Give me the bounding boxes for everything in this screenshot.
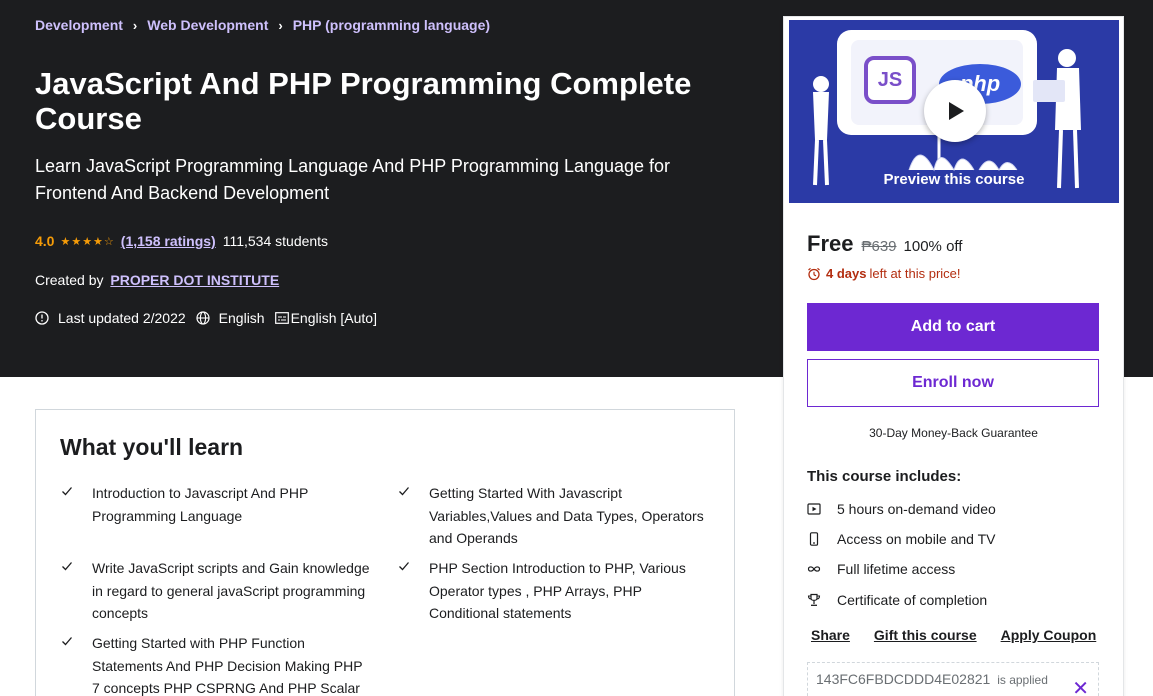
purchase-sidebar: JS php Preview this course Free ₱639 100… [783,16,1124,696]
include-item-label: Certificate of completion [837,592,988,608]
mobile-icon [809,532,819,546]
captions: English [Auto] [290,310,377,326]
last-updated: Last updated 2/2022 [58,310,186,326]
breadcrumb-item-php[interactable]: PHP (programming language) [293,17,490,33]
include-item-label: Access on mobile and TV [837,531,996,547]
learn-item-text: Introduction to Javascript And PHP Progr… [92,485,309,524]
course-meta: Last updated 2/2022 English English [Aut… [35,310,387,326]
include-item-label: 5 hours on-demand video [837,501,996,517]
check-icon [60,482,92,527]
coupon-line: 143FC6FBDCDDD4E02821 is applied [816,671,1048,687]
timer-text: left at this price! [869,266,961,281]
course-title: JavaScript And PHP Programming Complete … [35,66,692,136]
chevron-right-icon: › [132,17,138,33]
learn-item-text: Write JavaScript scripts and Gain knowle… [92,560,370,621]
what-you-learn-box: What you'll learn Introduction to Javasc… [35,409,735,696]
include-item-label: Full lifetime access [837,561,956,577]
share-link[interactable]: Share [811,627,850,643]
last-updated-item: Last updated 2/2022 [35,310,186,326]
learn-item-text: PHP Section Introduction to PHP, Various… [429,560,686,621]
apply-coupon-link[interactable]: Apply Coupon [1001,627,1097,643]
include-item-certificate: Certificate of completion [807,592,987,608]
infinity-icon [807,566,821,572]
learn-item: Getting Started With Javascript Variable… [397,482,709,550]
add-to-cart-button[interactable]: Add to cart [807,303,1099,351]
video-icon [807,503,821,515]
alarm-clock-icon [808,267,820,280]
clock-alert-icon [35,311,49,325]
what-you-learn-title: What you'll learn [60,434,244,460]
rating-row: 4.0 ★★★★☆ (1,158 ratings) 111,534 studen… [35,233,328,249]
remove-coupon-close-icon[interactable]: ✕ [1072,679,1089,696]
created-by: Created by PROPER DOT INSTITUTE [35,272,279,288]
learn-item-text: Getting Started With Javascript Variable… [429,485,704,546]
learn-item: Write JavaScript scripts and Gain knowle… [60,557,372,625]
globe-icon [196,311,210,325]
play-icon [949,102,964,120]
course-includes-title: This course includes: [807,468,962,485]
money-back-guarantee: 30-Day Money-Back Guarantee [869,426,1038,440]
sidebar-actions: Share Gift this course Apply Coupon [811,627,1096,643]
course-subtitle: Learn JavaScript Programming Language An… [35,156,671,203]
language: English [218,310,265,326]
gift-course-link[interactable]: Gift this course [874,627,977,643]
students-count: 111,534 students [222,233,329,249]
coupon-code: 143FC6FBDCDDD4E02821 [816,671,991,687]
star-rating-icon: ★★★★☆ [60,235,115,248]
play-button[interactable] [924,80,986,142]
learn-item-text: Getting Started with PHP Function Statem… [92,635,363,696]
js-logo-icon: JS [864,56,916,104]
timer-days: 4 days [826,266,867,281]
breadcrumb-item-development[interactable]: Development [35,17,123,33]
breadcrumb-item-web-development[interactable]: Web Development [147,17,268,33]
created-by-label: Created by [35,272,104,288]
coupon-applied-label: is applied [997,673,1048,687]
captions-item: English [Auto] [274,310,377,326]
learn-item: Getting Started with PHP Function Statem… [60,632,372,696]
price-row: Free ₱639 100% off [807,231,962,257]
learn-item: Introduction to Javascript And PHP Progr… [60,482,372,527]
check-icon [60,632,92,696]
closed-captions-icon [274,312,289,324]
learn-item: PHP Section Introduction to PHP, Various… [397,557,709,625]
price-timer: 4 days left at this price! [807,266,961,281]
discount-percent: 100% off [903,238,963,255]
breadcrumb: Development › Web Development › PHP (pro… [35,17,490,33]
chevron-right-icon: › [278,17,283,33]
language-item: English [196,310,265,326]
instructor-link[interactable]: PROPER DOT INSTITUTE [110,272,279,288]
include-item-lifetime: Full lifetime access [807,561,955,577]
enroll-now-button[interactable]: Enroll now [807,359,1099,407]
include-item-mobile: Access on mobile and TV [807,531,996,547]
applied-coupon: 143FC6FBDCDDD4E02821 is applied ✕ [807,662,1099,696]
rating-value: 4.0 [35,233,55,249]
course-preview[interactable]: JS php Preview this course [788,19,1120,204]
include-item-video: 5 hours on-demand video [807,501,996,517]
check-icon [60,557,92,625]
current-price: Free [807,231,854,256]
check-icon [397,482,429,550]
check-icon [397,557,429,625]
original-price: ₱639 [861,238,897,255]
preview-course-label: Preview this course [883,171,1025,188]
ratings-count-link[interactable]: (1,158 ratings) [121,233,216,249]
trophy-icon [807,593,821,606]
